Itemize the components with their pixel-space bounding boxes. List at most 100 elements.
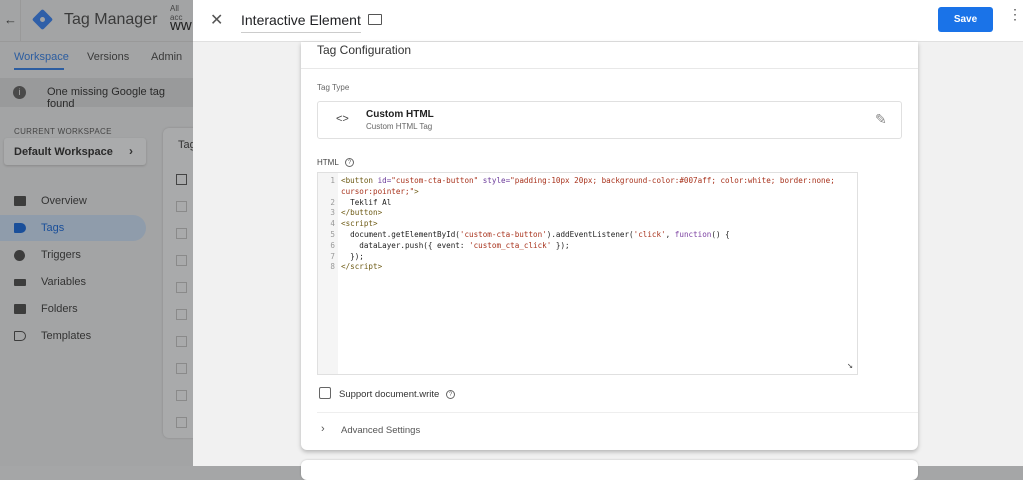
notice-text: One missing Google tag found xyxy=(47,86,166,110)
row-checkbox[interactable] xyxy=(176,282,187,293)
row-checkbox[interactable] xyxy=(176,309,187,320)
container-name[interactable]: ww xyxy=(170,17,192,34)
info-icon: i xyxy=(13,86,26,99)
html-label: HTML xyxy=(317,158,339,167)
code-token-tag: <button xyxy=(341,176,378,185)
code-line: </script> xyxy=(341,262,382,271)
row-checkbox[interactable] xyxy=(176,390,187,401)
nav-label: Templates xyxy=(41,330,92,342)
sidebar-item-variables[interactable]: Variables xyxy=(0,269,146,295)
code-token-str: "padding:10px 20px; background-color:#00… xyxy=(510,176,835,185)
code-token-str: 'click' xyxy=(633,230,666,239)
tab-workspace[interactable]: Workspace xyxy=(14,51,69,63)
nav-label: Overview xyxy=(41,195,87,207)
tag-name-input[interactable]: Interactive Element xyxy=(241,12,361,33)
row-checkbox[interactable] xyxy=(176,336,187,347)
code-line: <button id="custom-cta-button" style="pa… xyxy=(341,176,835,185)
app-header: ← Tag Manager All acc ww xyxy=(0,0,193,42)
line-number: 7 xyxy=(330,251,335,261)
code-line: <script> xyxy=(341,219,378,228)
code-token-str: 'custom_cta_click' xyxy=(469,240,552,250)
code-token-kw: function xyxy=(674,230,712,239)
workspace-selector[interactable]: Default Workspace › xyxy=(4,138,146,165)
section-title: Tag Configuration xyxy=(317,43,412,57)
more-options-icon[interactable]: ⋮ xyxy=(1008,7,1022,21)
line-number: 5 xyxy=(330,230,335,239)
back-arrow-icon[interactable]: ← xyxy=(4,12,17,27)
line-number: 4 xyxy=(330,219,335,229)
code-token-tag: </script> xyxy=(341,262,383,272)
tag-type-selector[interactable]: <> Custom HTML Custom HTML Tag ✎ xyxy=(317,101,902,139)
edit-pencil-icon[interactable]: ✎ xyxy=(875,111,887,128)
html-code-editor[interactable]: ↘ 1 <button id="custom-cta-button" style=… xyxy=(317,172,858,375)
help-icon[interactable]: ? xyxy=(345,158,354,167)
sidebar-item-templates[interactable]: Templates xyxy=(0,323,146,349)
code-token-tag: <script> xyxy=(341,219,378,229)
code-token-str: cursor:pointer;" xyxy=(341,186,415,196)
code-token-txt: }); xyxy=(341,251,364,261)
code-line: cursor:pointer;"> xyxy=(341,187,419,196)
triggering-card xyxy=(301,460,918,480)
code-token-attr: id= xyxy=(377,176,392,185)
code-token-txt: dataLayer.push({ event: xyxy=(341,240,470,250)
code-token-txt: Teklif Al xyxy=(341,197,392,207)
code-token-txt: }); xyxy=(551,240,570,250)
sidebar-item-overview[interactable]: Overview xyxy=(0,188,146,214)
resize-handle-icon[interactable]: ↘ xyxy=(847,360,853,371)
nav-label: Variables xyxy=(41,276,87,288)
line-number: 8 xyxy=(330,262,335,272)
gtm-logo-icon xyxy=(31,8,54,31)
save-button[interactable]: Save xyxy=(938,7,993,32)
row-checkbox[interactable] xyxy=(176,201,187,212)
code-line: }); xyxy=(341,252,364,261)
help-icon[interactable]: ? xyxy=(446,390,455,399)
code-token-str: 'custom-cta-button' xyxy=(459,230,547,239)
folder-icon[interactable] xyxy=(368,14,382,25)
workspace-name: Default Workspace xyxy=(14,146,113,158)
code-token-txt: document.getElementById( xyxy=(341,230,460,239)
advanced-settings-label: Advanced Settings xyxy=(341,425,421,436)
line-number: 2 xyxy=(330,197,335,207)
workspace-heading: CURRENT WORKSPACE xyxy=(14,127,112,136)
tab-admin[interactable]: Admin xyxy=(151,51,182,63)
nav-label: Triggers xyxy=(41,249,81,261)
folder-icon xyxy=(14,304,26,314)
code-token-attr: style= xyxy=(482,176,511,185)
code-token-txt: , xyxy=(665,230,675,239)
row-checkbox[interactable] xyxy=(176,363,187,374)
tag-configuration-card: Tag Configuration Tag Type <> Custom HTM… xyxy=(301,42,918,450)
nav-label: Folders xyxy=(41,303,78,315)
panel-header: ✕ Interactive Element Save ⋮ xyxy=(193,0,1023,42)
code-token-tag: > xyxy=(414,186,419,196)
overview-icon xyxy=(14,196,26,206)
tag-type-subtitle: Custom HTML Tag xyxy=(366,122,433,131)
row-checkbox[interactable] xyxy=(176,228,187,239)
tag-type-label: Tag Type xyxy=(317,83,350,92)
tag-icon xyxy=(14,223,26,233)
chevron-right-icon: › xyxy=(129,144,133,158)
missing-tag-notice[interactable]: i One missing Google tag found xyxy=(0,78,193,110)
tag-type-name: Custom HTML xyxy=(366,109,434,120)
sidebar-item-folders[interactable]: Folders xyxy=(0,296,146,322)
template-icon xyxy=(14,331,26,341)
sidebar-item-tags[interactable]: Tags xyxy=(0,215,146,241)
variables-icon xyxy=(14,279,26,286)
code-line: </button> xyxy=(341,208,382,217)
support-docwrite-label: Support document.write xyxy=(339,389,440,400)
trigger-icon xyxy=(14,250,25,261)
row-checkbox[interactable] xyxy=(176,255,187,266)
code-token-tag: </button> xyxy=(341,208,383,218)
support-docwrite-checkbox[interactable] xyxy=(319,387,331,399)
sidebar-item-triggers[interactable]: Triggers xyxy=(0,242,146,268)
code-line: dataLayer.push({ event: 'custom_cta_clic… xyxy=(341,240,570,250)
close-icon[interactable]: ✕ xyxy=(210,10,223,30)
code-token-str: "custom-cta-button" xyxy=(391,176,483,185)
advanced-settings-toggle[interactable]: › Advanced Settings xyxy=(317,420,617,442)
chevron-right-icon: › xyxy=(321,423,325,435)
nav-label: Tags xyxy=(41,222,65,234)
tab-versions[interactable]: Versions xyxy=(87,51,129,63)
row-checkbox[interactable] xyxy=(176,417,187,428)
select-all-checkbox[interactable] xyxy=(176,174,187,185)
code-token-txt: () { xyxy=(711,230,730,239)
code-line: Teklif Al xyxy=(341,198,391,207)
